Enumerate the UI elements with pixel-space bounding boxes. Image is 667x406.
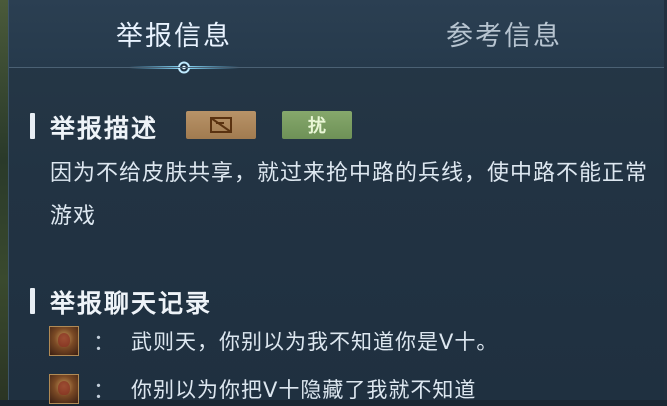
active-tab-indicator (129, 61, 239, 74)
section-marker (30, 288, 35, 314)
chat-message: ： 武则天，你别以为我不知道你是V十。 (49, 324, 498, 358)
background-edge-left (0, 0, 8, 400)
report-description-text: 因为不给皮肤共享，就过来抢中路的兵线，使中路不能正常游戏 (50, 161, 649, 229)
chat-separator: ： (93, 379, 116, 404)
censored-icon (210, 117, 232, 133)
tab-report-info[interactable]: 举报信息 (116, 14, 232, 53)
report-tag-censored (186, 111, 256, 139)
tab-reference-info[interactable]: 参考信息 (446, 14, 562, 53)
tab-divider (9, 67, 664, 68)
chat-log-title: 举报聊天记录 (50, 289, 213, 318)
report-panel: 举报信息 参考信息 举报描述 扰 因为不给皮肤共享，就过来抢中路的兵线，使中路不… (8, 0, 664, 404)
chat-message-text: 武则天，你别以为我不知道你是V十。 (131, 330, 499, 354)
report-tag-harass: 扰 (282, 111, 352, 139)
report-description-title: 举报描述 (50, 114, 159, 143)
section-marker (30, 113, 35, 139)
chat-separator: ： (93, 331, 116, 356)
player-avatar-icon (49, 326, 79, 356)
tab-bar: 举报信息 参考信息 (9, 0, 664, 74)
chat-message: ： 你别以为你把V十隐藏了我就不知道 (49, 372, 476, 406)
